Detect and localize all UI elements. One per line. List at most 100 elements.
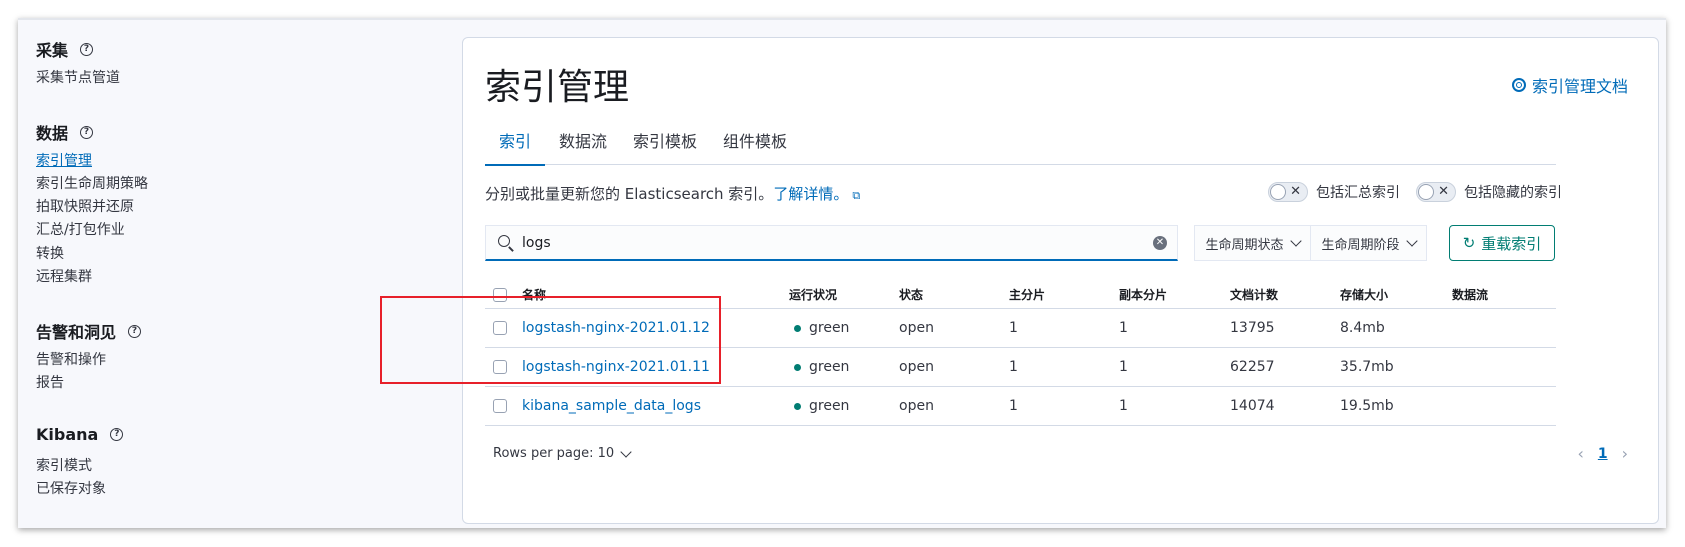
external-link-icon: ⧉ (852, 189, 861, 202)
status-cell: open (899, 320, 934, 336)
toggle-switch[interactable]: ✕ (1268, 182, 1308, 202)
sidebar-item-ingest-pipelines[interactable]: 采集节点管道 (36, 67, 120, 87)
chevron-down-icon (1405, 235, 1418, 247)
storage-size-cell: 35.7mb (1340, 359, 1394, 375)
sidebar-section-title: 采集 (36, 41, 69, 60)
docs-link-label: 索引管理文档 (1531, 77, 1628, 96)
include-hidden-toggle[interactable]: ✕ 包括隐藏的索引 (1416, 182, 1562, 202)
close-icon: ✕ (1290, 184, 1301, 199)
toggle-switch[interactable]: ✕ (1416, 182, 1456, 202)
lifecycle-status-filter[interactable]: 生命周期状态 (1195, 226, 1310, 260)
sidebar-item-index-patterns[interactable]: 索引模式 (36, 455, 92, 475)
index-name-link[interactable]: kibana_sample_data_logs (522, 387, 701, 425)
sidebar-section-title: 告警和洞见 (36, 323, 117, 342)
docs-count-cell: 62257 (1230, 359, 1275, 375)
description: 分别或批量更新您的 Elasticsearch 索引。了解详情。 ⧉ (485, 183, 860, 204)
tab-component-templates[interactable]: 组件模板 (723, 126, 787, 164)
primary-cell: 1 (1009, 398, 1018, 414)
status-cell: open (899, 398, 934, 414)
chevron-right-icon[interactable]: › (1622, 444, 1628, 463)
filter-label: 生命周期阶段 (1321, 237, 1400, 253)
replicas-cell: 1 (1119, 398, 1128, 414)
health-cell: green (794, 309, 849, 347)
page-title: 索引管理 (485, 67, 630, 108)
replicas-cell: 1 (1119, 320, 1128, 336)
column-header[interactable]: 文档计数 (1230, 281, 1278, 308)
clear-icon[interactable]: ✕ (1153, 236, 1167, 250)
search-box[interactable]: ✕ (485, 225, 1178, 261)
filter-group: 生命周期状态 生命周期阶段 (1194, 225, 1427, 261)
tab-indices[interactable]: 索引 (485, 126, 545, 166)
column-header[interactable]: 运行状况 (789, 281, 837, 308)
lifecycle-phase-filter[interactable]: 生命周期阶段 (1310, 226, 1426, 260)
toggle-label: 包括汇总索引 (1316, 185, 1400, 201)
health-value: green (809, 398, 850, 414)
docs-count-cell: 14074 (1230, 398, 1275, 414)
help-icon[interactable]: ? (128, 324, 142, 338)
refresh-icon: ↻ (1462, 234, 1476, 252)
table-row: kibana_sample_data_logs green open 1 1 1… (485, 387, 1556, 426)
sidebar-section-title: 数据 (36, 124, 69, 143)
column-header[interactable]: 存储大小 (1340, 281, 1388, 308)
description-text: 分别或批量更新您的 Elasticsearch 索引。 (485, 185, 774, 203)
main-panel: 索引管理 索引管理文档 索引 数据流 索引模板 组件模板 分别或批量更新您的 E… (462, 37, 1659, 524)
toggle-label: 包括隐藏的索引 (1464, 185, 1562, 201)
health-cell: green (794, 348, 849, 386)
status-dot-icon (794, 402, 801, 410)
chevron-down-icon (1289, 235, 1302, 247)
tab-data-streams[interactable]: 数据流 (559, 126, 607, 164)
rows-per-page-button[interactable]: Rows per page: 10 (493, 445, 632, 461)
chevron-left-icon[interactable]: ‹ (1577, 444, 1583, 463)
sidebar-item-alerts-actions[interactable]: 告警和操作 (36, 349, 106, 369)
health-value: green (809, 320, 850, 336)
app-window: 采集 ? 采集节点管道 数据 ? 索引管理 索引生命周期策略 拍取快照并还原 汇… (18, 18, 1666, 528)
sidebar-item-transforms[interactable]: 转换 (36, 243, 64, 263)
help-icon[interactable]: ? (80, 125, 94, 139)
row-select-cell (493, 387, 507, 425)
primary-cell: 1 (1009, 359, 1018, 375)
sidebar-section-alerts: 告警和洞见 ? (36, 319, 142, 343)
health-value: green (809, 359, 850, 375)
highlight-annotation-box (380, 296, 721, 384)
lifebuoy-icon (1511, 78, 1526, 92)
sidebar-item-ilm-policies[interactable]: 索引生命周期策略 (36, 173, 148, 193)
sidebar-item-index-management[interactable]: 索引管理 (36, 150, 92, 170)
status-cell: open (899, 359, 934, 375)
help-icon[interactable]: ? (80, 42, 94, 56)
rows-per-page-label: Rows per page: 10 (493, 446, 615, 461)
reload-label: 重载索引 (1481, 234, 1542, 253)
chevron-down-icon (620, 445, 632, 458)
column-header[interactable]: 数据流 (1452, 281, 1488, 308)
docs-count-cell: 13795 (1230, 320, 1275, 336)
status-dot-icon (794, 324, 801, 332)
sidebar-item-reporting[interactable]: 报告 (36, 372, 64, 392)
sidebar-section-kibana: Kibana ? (36, 425, 124, 444)
tab-bar: 索引 数据流 索引模板 组件模板 (485, 126, 1556, 166)
close-icon: ✕ (1438, 184, 1449, 199)
column-header[interactable]: 主分片 (1009, 281, 1045, 308)
storage-size-cell: 19.5mb (1340, 398, 1394, 414)
column-header[interactable]: 状态 (899, 281, 923, 308)
column-header[interactable]: 副本分片 (1119, 281, 1167, 308)
sidebar-item-saved-objects[interactable]: 已保存对象 (36, 478, 106, 498)
sidebar: 采集 ? 采集节点管道 数据 ? 索引管理 索引生命周期策略 拍取快照并还原 汇… (18, 18, 458, 528)
learn-more-link[interactable]: 了解详情。 (773, 185, 848, 203)
sidebar-item-remote-clusters[interactable]: 远程集群 (36, 266, 92, 286)
help-icon[interactable]: ? (110, 428, 124, 441)
filter-label: 生命周期状态 (1205, 237, 1284, 253)
sidebar-item-snapshot-restore[interactable]: 拍取快照并还原 (36, 196, 134, 216)
reload-indices-button[interactable]: ↻ 重载索引 (1449, 225, 1555, 261)
sidebar-section-data: 数据 ? (36, 120, 94, 144)
replicas-cell: 1 (1119, 359, 1128, 375)
page-number-button[interactable]: 1 (1598, 446, 1608, 462)
status-dot-icon (794, 363, 801, 371)
search-input[interactable] (522, 232, 1122, 254)
docs-link[interactable]: 索引管理文档 (1511, 73, 1628, 97)
search-icon (498, 235, 510, 247)
sidebar-section-ingest: 采集 ? (36, 37, 94, 61)
row-checkbox[interactable] (493, 399, 507, 413)
health-cell: green (794, 387, 849, 425)
include-rollup-toggle[interactable]: ✕ 包括汇总索引 (1268, 182, 1400, 202)
sidebar-item-rollup-jobs[interactable]: 汇总/打包作业 (36, 219, 125, 239)
tab-index-templates[interactable]: 索引模板 (633, 126, 697, 164)
